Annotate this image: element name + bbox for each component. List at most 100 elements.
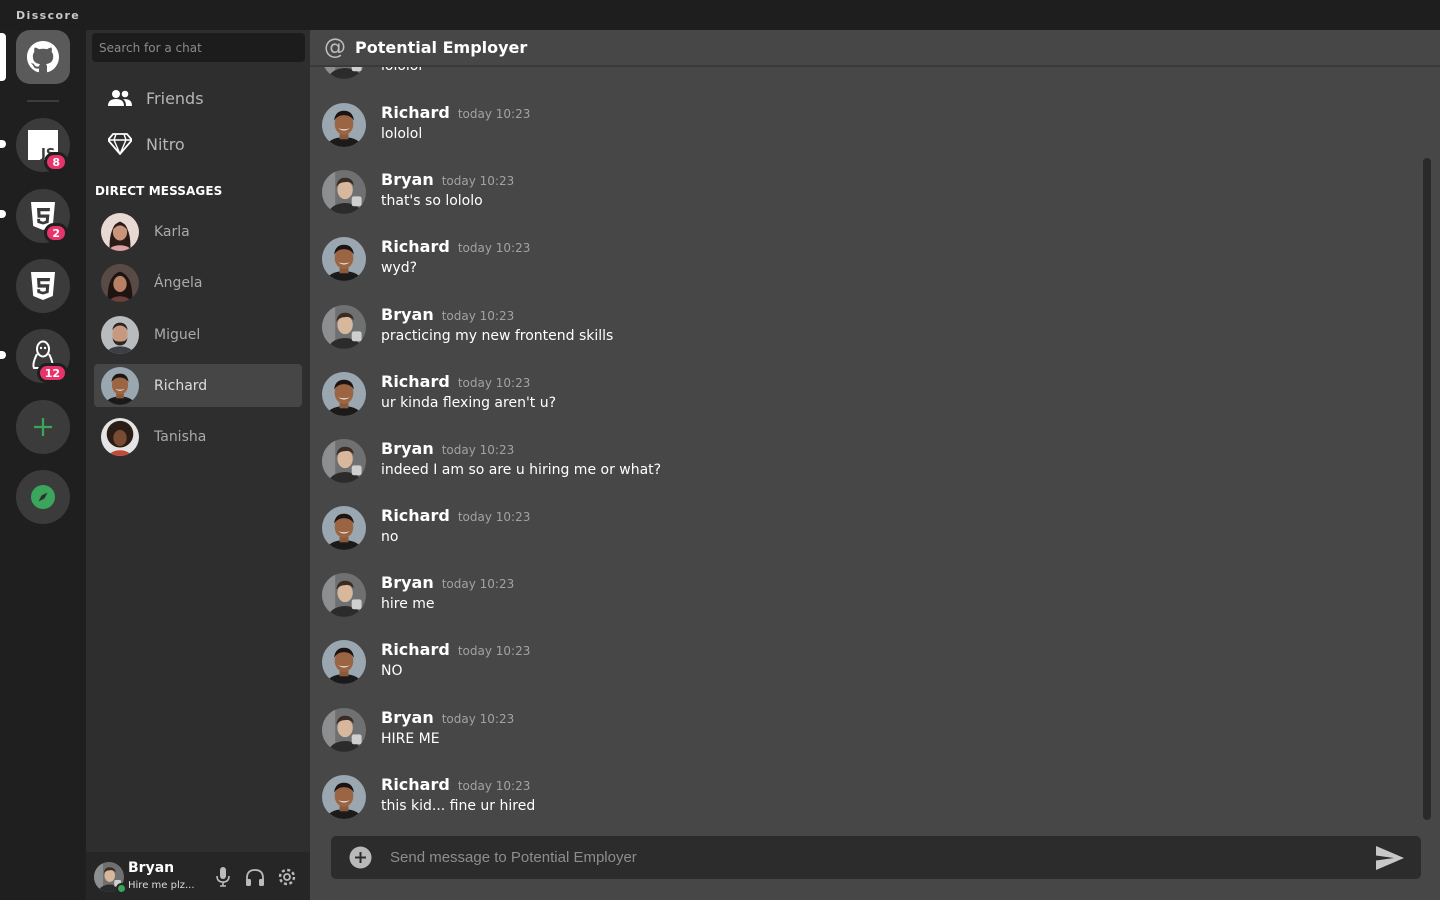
send-button[interactable] <box>1375 845 1407 871</box>
explore-servers-button[interactable] <box>16 470 70 524</box>
author-name: Bryan <box>381 439 434 458</box>
settings-button[interactable] <box>276 866 298 888</box>
avatar <box>101 264 139 302</box>
dm-item-angela[interactable]: Ángela <box>94 261 302 304</box>
message-timestamp: today 10:23 <box>441 174 515 188</box>
unread-indicator <box>0 351 6 359</box>
dm-name: Richard <box>154 377 208 394</box>
user-avatar[interactable] <box>94 862 127 894</box>
dm-name: Ángela <box>154 274 203 291</box>
channel-title: Potential Employer <box>355 38 528 57</box>
author-name: Bryan <box>381 305 434 324</box>
message-author: Bryan today 10:23 <box>381 439 514 458</box>
server-linux[interactable]: 12 <box>16 329 70 383</box>
message-author: Bryan today 10:23 <box>381 170 514 189</box>
server-css3[interactable] <box>16 259 70 313</box>
unread-indicator <box>0 140 6 148</box>
message-item: Richard today 10:23 no <box>322 506 1322 556</box>
message-author: Bryan today 10:23 <box>381 573 514 592</box>
mute-button[interactable] <box>212 866 234 888</box>
headphones-icon <box>246 869 264 886</box>
diamond-icon <box>108 133 132 155</box>
message-text: practicing my new frontend skills <box>381 328 614 344</box>
message-author: Richard today 10:23 <box>381 775 530 794</box>
message-input[interactable] <box>390 836 1350 879</box>
author-name: Bryan <box>381 170 434 189</box>
message-item: Richard today 10:23 lololol <box>322 103 1322 153</box>
message-timestamp: today 10:23 <box>457 510 531 524</box>
avatar <box>322 103 366 147</box>
message-text: indeed I am so are u hiring me or what? <box>381 462 662 478</box>
message-composer <box>331 836 1421 879</box>
user-panel: Bryan Hire me plz... <box>86 852 310 900</box>
avatar <box>322 640 366 684</box>
attach-button[interactable] <box>349 846 372 869</box>
search-input[interactable] <box>92 33 305 62</box>
message-item: Bryan today 10:23 hire me <box>322 573 1322 623</box>
app-title: Disscore <box>16 9 81 22</box>
avatar <box>322 708 366 752</box>
nav-nitro[interactable]: Nitro <box>94 124 302 164</box>
avatar <box>322 775 366 819</box>
server-javascript[interactable]: JS 8 <box>16 118 70 172</box>
message-text: ur kinda flexing aren't u? <box>381 395 557 411</box>
compass-icon <box>31 485 55 509</box>
search-box <box>92 33 305 62</box>
active-server-indicator <box>0 33 6 81</box>
avatar <box>322 372 366 416</box>
unread-badge: 8 <box>44 152 68 172</box>
avatar <box>101 213 139 251</box>
message-item: lololol <box>322 67 1322 85</box>
message-item: Richard today 10:23 wyd? <box>322 237 1322 287</box>
author-name: Richard <box>381 237 450 256</box>
message-author: Bryan today 10:23 <box>381 708 514 727</box>
dm-item-tanisha[interactable]: Tanisha <box>94 415 302 458</box>
friends-icon <box>108 90 132 106</box>
dm-item-miguel[interactable]: Miguel <box>94 313 302 356</box>
message-item: Bryan today 10:23 indeed I am so are u hi… <box>322 439 1322 489</box>
avatar <box>322 573 366 617</box>
author-name: Bryan <box>381 708 434 727</box>
microphone-icon <box>216 867 230 887</box>
message-timestamp: today 10:23 <box>441 577 515 591</box>
server-github[interactable] <box>16 30 70 84</box>
message-text: lololol <box>381 126 423 142</box>
nav-friends[interactable]: Friends <box>94 78 302 118</box>
chat-area: @ Potential Employer lololol Richard toda… <box>310 30 1440 900</box>
avatar <box>322 237 366 281</box>
message-text: HIRE ME <box>381 731 440 747</box>
deafen-button[interactable] <box>244 866 266 888</box>
avatar <box>322 305 366 349</box>
message-list: lololol Richard today 10:23 lololol Bryan… <box>310 67 1420 830</box>
message-scrollbar[interactable] <box>1423 158 1431 820</box>
avatar <box>101 316 139 354</box>
avatar <box>322 67 366 79</box>
message-timestamp: today 10:23 <box>457 779 531 793</box>
server-html5[interactable]: 2 <box>16 189 70 243</box>
dm-item-karla[interactable]: Karla <box>94 210 302 253</box>
message-item: Bryan today 10:23 that's so lololo <box>322 170 1322 220</box>
message-item: Bryan today 10:23 practicing my new front… <box>322 305 1322 355</box>
avatar <box>101 367 139 405</box>
chat-header: @ Potential Employer <box>310 30 1440 67</box>
avatar <box>322 506 366 550</box>
avatar <box>101 418 139 456</box>
author-name: Bryan <box>381 573 434 592</box>
message-timestamp: today 10:23 <box>441 309 515 323</box>
message-item: Richard today 10:23 ur kinda flexing aren… <box>322 372 1322 422</box>
unread-badge: 2 <box>44 223 68 243</box>
message-item: Richard today 10:23 this kid... fine ur h… <box>322 775 1322 825</box>
unread-indicator <box>0 210 6 218</box>
nav-friends-label: Friends <box>146 88 204 108</box>
dm-name: Karla <box>154 223 190 240</box>
message-timestamp: today 10:23 <box>457 644 531 658</box>
add-server-button[interactable] <box>16 400 70 454</box>
gear-icon <box>278 868 296 886</box>
message-author: Bryan today 10:23 <box>381 305 514 324</box>
online-status-dot <box>116 883 127 894</box>
avatar <box>322 170 366 214</box>
css3-icon <box>31 272 55 300</box>
dm-name: Miguel <box>154 326 201 343</box>
dm-item-richard[interactable]: Richard <box>94 364 302 407</box>
user-status: Hire me plz... <box>128 880 195 891</box>
